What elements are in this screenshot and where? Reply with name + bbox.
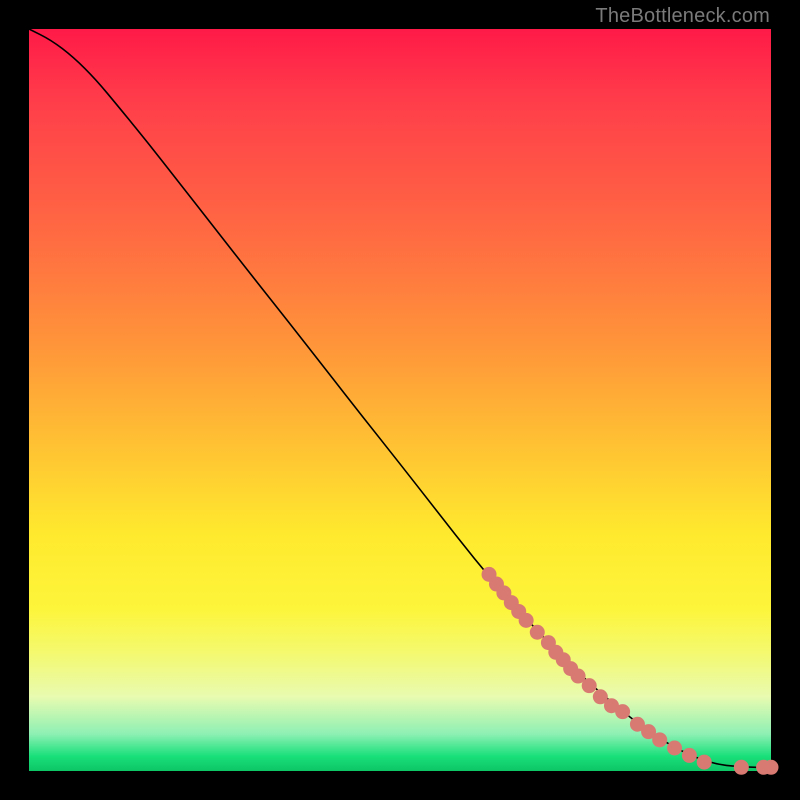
data-marker (519, 613, 534, 628)
data-marker (652, 732, 667, 747)
marker-group (482, 567, 779, 775)
data-marker (667, 740, 682, 755)
data-marker (734, 760, 749, 775)
data-marker (682, 748, 697, 763)
data-marker (530, 625, 545, 640)
data-marker (697, 755, 712, 770)
curve-line (29, 29, 771, 767)
attribution-text: TheBottleneck.com (595, 5, 770, 28)
data-marker (582, 678, 597, 693)
chart-stage: TheBottleneck.com (0, 0, 800, 800)
chart-overlay (29, 29, 771, 771)
data-marker (615, 704, 630, 719)
data-marker (764, 760, 779, 775)
